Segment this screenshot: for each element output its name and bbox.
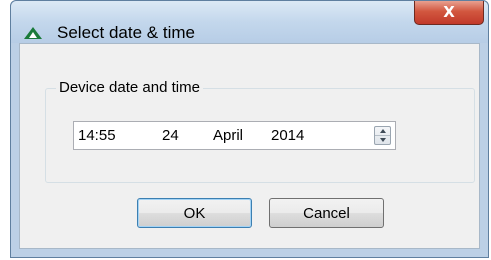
- triangle-logo-icon: [24, 27, 42, 39]
- chevron-up-icon: [379, 129, 386, 133]
- day-field[interactable]: 24: [162, 127, 179, 144]
- spin-up-button[interactable]: [375, 127, 390, 136]
- dialog-window: Select date & time X Device date and tim…: [10, 0, 489, 258]
- datetime-picker[interactable]: 14:55 24 April 2014: [73, 121, 396, 150]
- window-title: Select date & time: [57, 23, 195, 42]
- datetime-spinner[interactable]: [374, 126, 391, 145]
- time-field[interactable]: 14:55: [78, 127, 116, 144]
- close-icon: X: [443, 3, 455, 21]
- chevron-down-icon: [379, 138, 386, 142]
- title-bar[interactable]: Select date & time X: [11, 1, 488, 43]
- spin-down-button[interactable]: [375, 136, 390, 144]
- groupbox-label: Device date and time: [56, 79, 203, 97]
- month-field[interactable]: April: [213, 127, 243, 144]
- year-field[interactable]: 2014: [271, 127, 304, 144]
- close-button[interactable]: X: [414, 1, 484, 25]
- cancel-button[interactable]: Cancel: [269, 198, 384, 228]
- dialog-body: Device date and time 14:55 24 April 2014…: [19, 43, 480, 249]
- ok-button[interactable]: OK: [137, 198, 252, 228]
